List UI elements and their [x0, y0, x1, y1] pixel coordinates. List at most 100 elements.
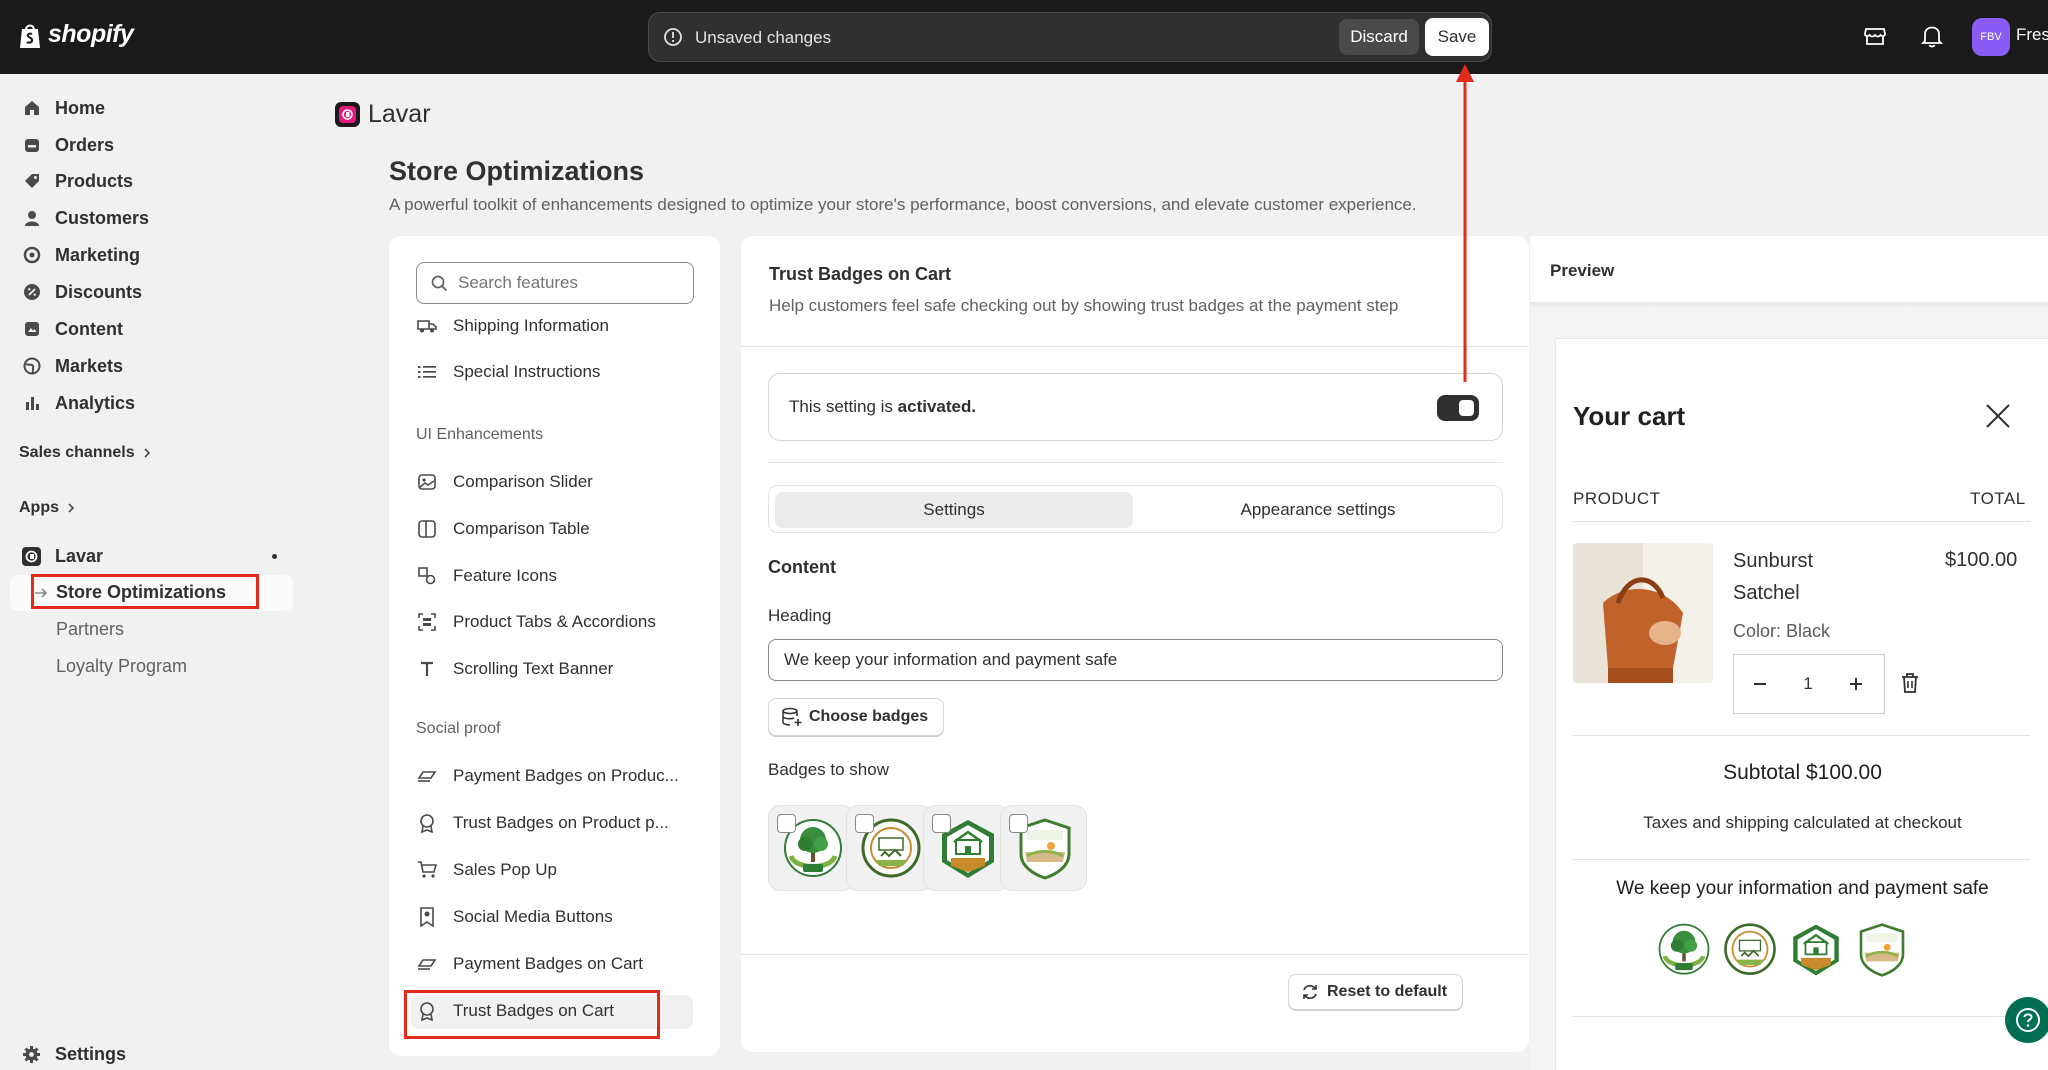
truck-icon — [417, 316, 437, 336]
unsaved-changes-text: Unsaved changes — [695, 28, 832, 47]
orders-icon — [22, 136, 41, 155]
plus-icon[interactable] — [1848, 672, 1864, 696]
gear-icon — [22, 1045, 41, 1064]
annotation-arrow — [1456, 64, 1474, 382]
tab-appearance-settings[interactable]: Appearance settings — [1139, 492, 1497, 528]
home-icon — [22, 99, 41, 118]
help-button[interactable] — [2005, 997, 2048, 1043]
feature-item-shipping-information[interactable]: Shipping Information — [417, 316, 609, 336]
features-panel: Shipping Information Special Instruction… — [389, 236, 720, 1056]
sidebar-item-markets[interactable]: Markets — [22, 351, 123, 381]
sidebar-item-content[interactable]: Content — [22, 314, 123, 344]
feature-item-comparison-table[interactable]: Comparison Table — [417, 519, 590, 539]
choose-badges-label: Choose badges — [809, 708, 929, 725]
sidebar-item-label: Discounts — [55, 281, 143, 302]
feature-label: Shipping Information — [453, 316, 609, 335]
feature-item-feature-icons[interactable]: Feature Icons — [417, 566, 557, 586]
store-icon[interactable] — [1862, 23, 1888, 49]
search-icon — [431, 275, 448, 292]
sidebar-item-discounts[interactable]: Discounts — [22, 277, 142, 307]
bell-icon[interactable] — [1920, 23, 1944, 49]
sidebar-subitem-partners[interactable]: Partners — [56, 619, 124, 640]
sidebar-item-label: Marketing — [55, 244, 141, 265]
sales-channels-label: Sales channels — [19, 444, 135, 461]
sidebar-item-home[interactable]: Home — [22, 93, 105, 123]
pin-dot — [272, 554, 277, 559]
chevron-right-icon — [144, 448, 150, 458]
badge-tile-eco-tree[interactable] — [768, 805, 855, 891]
feature-item-payment-badges-product[interactable]: Payment Badges on Produc... — [417, 766, 679, 786]
feature-item-product-tabs[interactable]: Product Tabs & Accordions — [417, 612, 656, 632]
heading-input[interactable] — [768, 639, 1503, 681]
avatar[interactable]: FBV — [1972, 18, 2010, 56]
feature-item-trust-badges-product[interactable]: Trust Badges on Product p... — [417, 813, 669, 833]
list-icon — [417, 362, 437, 382]
tabs-icon — [417, 612, 437, 632]
cart-drawer: Your cart PRODUCT TOTAL Sunburst Satchel… — [1555, 338, 2048, 1070]
quantity-stepper: 1 — [1733, 654, 1885, 714]
activation-toggle[interactable] — [1437, 395, 1479, 421]
sidebar-item-customers[interactable]: Customers — [22, 203, 149, 233]
feature-item-sales-pop-up[interactable]: Sales Pop Up — [417, 860, 557, 880]
sidebar-item-label: Settings — [55, 1043, 127, 1064]
badge-checkbox[interactable] — [855, 814, 874, 833]
shopify-bag-icon — [20, 24, 40, 48]
feature-label: Payment Badges on Cart — [453, 954, 643, 973]
quantity-value[interactable]: 1 — [1798, 674, 1818, 694]
search-field[interactable] — [416, 262, 694, 304]
sidebar-item-lavar[interactable]: Lavar — [22, 541, 103, 571]
sidebar-item-label: Markets — [55, 355, 124, 376]
sidebar-item-label: Lavar — [55, 545, 104, 566]
bio-products-badge-icon — [1793, 924, 1839, 976]
badge-checkbox[interactable] — [1009, 814, 1028, 833]
divider — [1573, 521, 2030, 522]
tab-settings[interactable]: Settings — [775, 492, 1133, 528]
sidebar-item-analytics[interactable]: Analytics — [22, 388, 135, 418]
trust-heading-preview: We keep your information and payment saf… — [1616, 878, 1989, 899]
save-button[interactable]: Save — [1425, 18, 1489, 56]
badge-checkbox[interactable] — [932, 814, 951, 833]
close-icon[interactable] — [1985, 403, 2011, 429]
sidebar-item-label: Customers — [55, 207, 150, 228]
feature-label: Product Tabs & Accordions — [453, 612, 656, 631]
feature-item-scrolling-text-banner[interactable]: Scrolling Text Banner — [417, 659, 613, 679]
sidebar-item-label: Content — [55, 318, 123, 339]
badge-tile-natural-products[interactable] — [1000, 805, 1087, 891]
tag-icon — [22, 172, 41, 191]
app-title: Lavar — [368, 100, 431, 128]
sidebar-item-products[interactable]: Products — [22, 166, 133, 196]
feature-label: Social Media Buttons — [453, 907, 613, 926]
lavar-logo-icon — [335, 102, 360, 127]
feature-item-comparison-slider[interactable]: Comparison Slider — [417, 472, 593, 492]
badge-tile-natural-eco-food[interactable] — [846, 805, 933, 891]
search-input[interactable] — [458, 271, 678, 295]
feature-item-payment-badges-cart[interactable]: Payment Badges on Cart — [417, 954, 643, 974]
choose-badges-button[interactable]: Choose badges — [768, 698, 944, 736]
badge-checkbox[interactable] — [777, 814, 796, 833]
sidebar-item-settings[interactable]: Settings — [22, 1039, 126, 1069]
sidebar-item-marketing[interactable]: Marketing — [22, 240, 140, 270]
reset-to-default-button[interactable]: Reset to default — [1288, 974, 1463, 1010]
feature-label: Sales Pop Up — [453, 860, 557, 879]
feature-label: Scrolling Text Banner — [453, 659, 614, 678]
badges-to-show-label: Badges to show — [768, 760, 889, 779]
sidebar-item-label: Analytics — [55, 392, 136, 413]
sidebar-apps[interactable]: Apps — [19, 499, 75, 517]
feature-item-social-media-buttons[interactable]: Social Media Buttons — [417, 907, 613, 927]
app-header: Lavar — [335, 100, 431, 129]
discard-button[interactable]: Discard — [1339, 19, 1419, 55]
minus-icon[interactable] — [1752, 672, 1768, 696]
badge-tile-bio-products[interactable] — [923, 805, 1010, 891]
store-name[interactable]: Fres — [2016, 25, 2048, 45]
feature-item-special-instructions[interactable]: Special Instructions — [417, 362, 600, 382]
settings-title: Trust Badges on Cart — [769, 264, 952, 284]
columns-icon — [417, 519, 437, 539]
sidebar-subitem-loyalty-program[interactable]: Loyalty Program — [56, 656, 187, 677]
trash-icon[interactable] — [1901, 673, 1919, 693]
bar-chart-icon — [22, 394, 41, 413]
sidebar-item-orders[interactable]: Orders — [22, 130, 114, 160]
product-name[interactable]: Sunburst Satchel — [1733, 545, 1843, 609]
shopify-logo[interactable]: shopify — [18, 20, 134, 49]
divider — [1573, 1016, 2030, 1017]
sidebar-sales-channels[interactable]: Sales channels — [19, 444, 151, 462]
